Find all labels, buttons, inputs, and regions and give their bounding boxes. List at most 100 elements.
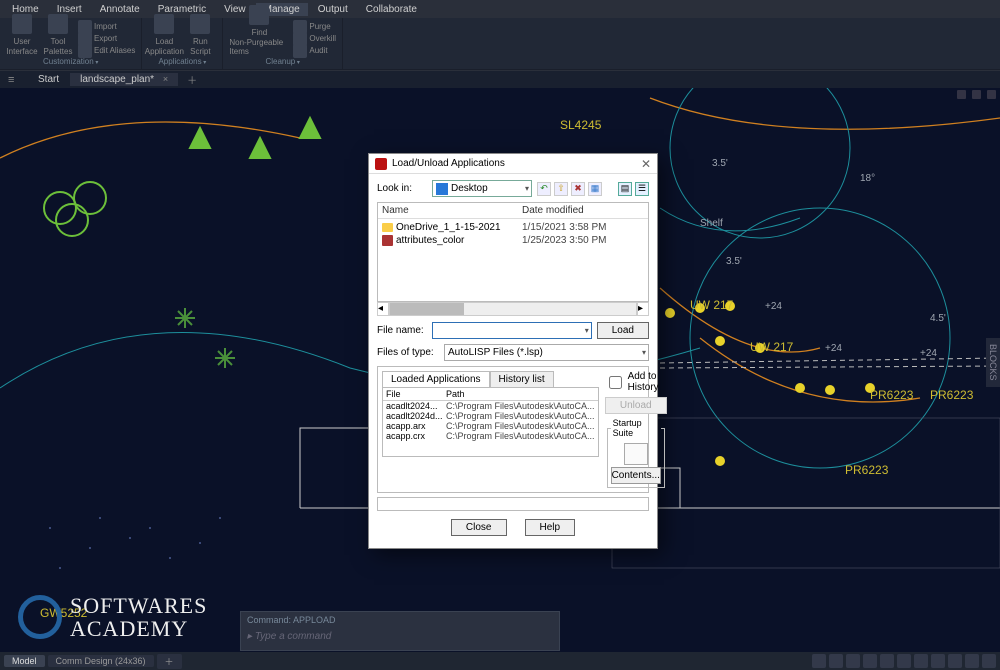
new-folder-icon[interactable]: ▦: [588, 182, 602, 196]
filetype-combo[interactable]: AutoLISP Files (*.lsp)▾: [444, 344, 649, 361]
add-layout[interactable]: ＋: [157, 654, 182, 669]
command-history: Command: APPLOAD: [241, 612, 559, 628]
loaded-apps-group: Loaded Applications History list File Pa…: [377, 366, 649, 493]
close-button[interactable]: Close: [451, 519, 507, 536]
menu-collaborate[interactable]: Collaborate: [358, 3, 425, 16]
load-app-icon: [154, 14, 174, 34]
menu-annotate[interactable]: Annotate: [92, 3, 148, 16]
tab-landscape-plan[interactable]: landscape_plan* ×: [70, 73, 179, 86]
group-customization-label[interactable]: Customization: [6, 56, 135, 68]
tab-history[interactable]: History list: [490, 371, 554, 387]
table-row[interactable]: acapp.crxC:\Program Files\Autodesk\AutoC…: [383, 431, 598, 441]
status-snap-icon[interactable]: [829, 654, 843, 668]
briefcase-icon[interactable]: [624, 443, 648, 465]
plus24b: +24: [825, 343, 842, 354]
list-item[interactable]: attributes_color 1/25/2023 3:50 PM: [378, 234, 648, 247]
help-button[interactable]: Help: [525, 519, 576, 536]
filename-input[interactable]: ▾: [432, 322, 592, 339]
import-button[interactable]: Import: [78, 21, 135, 32]
status-clean-icon[interactable]: [965, 654, 979, 668]
find-nonpurgeable-button[interactable]: Find Non-Purgeable Items: [229, 5, 289, 56]
col-date[interactable]: Date modified: [518, 203, 648, 218]
tab-loaded[interactable]: Loaded Applications: [382, 371, 490, 387]
command-input[interactable]: ▸ Type a command: [241, 628, 559, 645]
table-row[interactable]: acadlt2024...C:\Program Files\Autodesk\A…: [383, 401, 598, 411]
add-history-input[interactable]: [609, 376, 622, 389]
watermark-logo: SOFTWARES ACADEMY: [18, 594, 207, 640]
overkill-button[interactable]: Overkill: [293, 33, 336, 44]
delete-icon[interactable]: ✖: [571, 182, 585, 196]
group-cleanup-label[interactable]: Cleanup: [229, 56, 336, 68]
label-pr6223c: PR6223: [845, 463, 888, 477]
view-list-icon[interactable]: ▤: [618, 182, 632, 196]
loaded-apps-list[interactable]: File Path acadlt2024...C:\Program Files\…: [382, 387, 599, 457]
tab-start[interactable]: Start: [28, 73, 70, 86]
command-line[interactable]: Command: APPLOAD ▸ Type a command: [240, 611, 560, 651]
status-grid-icon[interactable]: [812, 654, 826, 668]
table-row[interactable]: acadlt2024d...C:\Program Files\Autodesk\…: [383, 411, 598, 421]
scroll-left-icon[interactable]: ◂: [377, 302, 389, 316]
tp-label-bot: Palettes: [44, 47, 73, 56]
tab-label: landscape_plan*: [80, 74, 154, 85]
label-shelf: Shelf: [700, 218, 723, 229]
status-ortho-icon[interactable]: [846, 654, 860, 668]
status-custom-icon[interactable]: [982, 654, 996, 668]
tab-layout[interactable]: Comm Design (24x36): [48, 655, 154, 667]
user-interface-button[interactable]: User Interface: [6, 14, 38, 56]
up-folder-icon[interactable]: ⇧: [554, 182, 568, 196]
load-unload-applications-dialog: Load/Unload Applications ✕ Look in: Desk…: [368, 153, 658, 549]
file-list-scrollbar[interactable]: ◂ ▸: [377, 302, 649, 316]
audit-button[interactable]: Audit: [293, 45, 336, 56]
tool-palettes-button[interactable]: Tool Palettes: [42, 14, 74, 56]
col-name[interactable]: Name: [378, 203, 518, 218]
new-tab-button[interactable]: ＋: [179, 71, 206, 88]
look-in-label: Look in:: [377, 183, 427, 194]
col-path[interactable]: Path: [443, 388, 598, 400]
status-anno-icon[interactable]: [914, 654, 928, 668]
table-row[interactable]: acapp.arxC:\Program Files\Autodesk\AutoC…: [383, 421, 598, 431]
ribbon-group-customization: User Interface Tool Palettes Import Expo…: [0, 18, 142, 69]
contents-button[interactable]: Contents...: [611, 467, 661, 484]
col-file[interactable]: File: [383, 388, 443, 400]
watermark-line1: SOFTWARES: [70, 594, 207, 617]
ribbon-group-applications: Load Application Run Script Applications: [142, 18, 223, 69]
ui-label-bot: Interface: [6, 47, 37, 56]
elev-35b: 3.5': [726, 256, 742, 267]
export-button[interactable]: Export: [78, 33, 135, 44]
filename-label: File name:: [377, 325, 427, 336]
purge-button[interactable]: Purge: [293, 21, 336, 32]
label-pr6223a: PR6223: [870, 388, 913, 402]
blocks-panel-tab[interactable]: BLOCKS: [986, 338, 1000, 387]
dialog-titlebar[interactable]: Load/Unload Applications ✕: [369, 154, 657, 174]
tool-palettes-icon: [48, 14, 68, 34]
status-workspace-icon[interactable]: [931, 654, 945, 668]
menu-output[interactable]: Output: [310, 3, 356, 16]
status-lwt-icon[interactable]: [897, 654, 911, 668]
load-button[interactable]: Load: [597, 322, 649, 339]
add-to-history-checkbox[interactable]: Add to History: [605, 371, 667, 393]
status-polar-icon[interactable]: [863, 654, 877, 668]
run-script-button[interactable]: Run Script: [184, 14, 216, 56]
edit-aliases-button[interactable]: Edit Aliases: [78, 45, 135, 56]
look-in-combo[interactable]: Desktop ▾: [432, 180, 532, 197]
back-icon[interactable]: ↶: [537, 182, 551, 196]
status-bar: Model Comm Design (24x36) ＋: [0, 652, 1000, 670]
scroll-right-icon[interactable]: ▸: [637, 302, 649, 316]
list-item[interactable]: OneDrive_1_1-15-2021 1/15/2021 3:58 PM: [378, 221, 648, 234]
app-icon: [375, 158, 387, 170]
dialog-close-icon[interactable]: ✕: [641, 157, 651, 171]
status-osnap-icon[interactable]: [880, 654, 894, 668]
elev-35a: 3.5': [712, 158, 728, 169]
menu-icon[interactable]: ≡: [8, 74, 22, 86]
tab-model[interactable]: Model: [4, 655, 45, 667]
group-applications-label[interactable]: Applications: [148, 56, 216, 68]
ribbon-group-cleanup: Find Non-Purgeable Items Purge Overkill …: [223, 18, 343, 69]
run-script-icon: [190, 14, 210, 34]
load-application-button[interactable]: Load Application: [148, 14, 180, 56]
label-sl4245: SL4245: [560, 118, 601, 132]
close-icon[interactable]: ×: [163, 74, 168, 84]
view-details-icon[interactable]: ☰: [635, 182, 649, 196]
status-monitor-icon[interactable]: [948, 654, 962, 668]
file-list[interactable]: Name Date modified OneDrive_1_1-15-2021 …: [377, 202, 649, 302]
label-uw217a: UW 217: [690, 298, 733, 312]
